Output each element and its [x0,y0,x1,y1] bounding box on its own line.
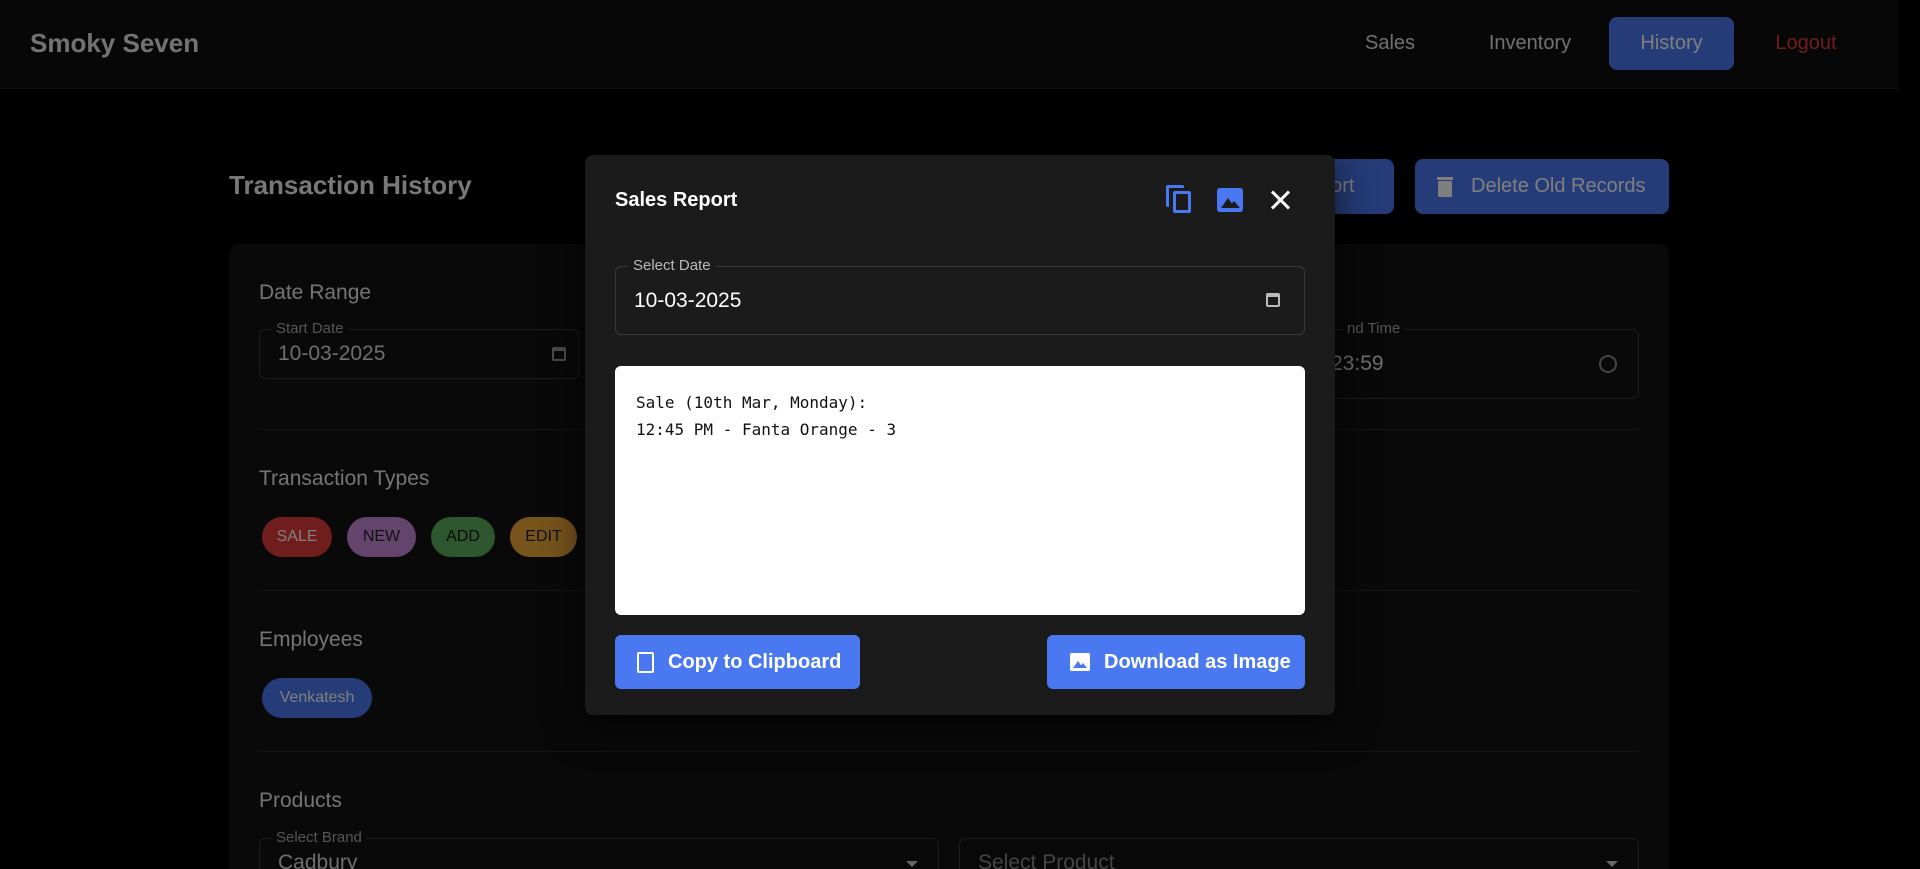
copy-icon-front [1173,191,1191,213]
copy-button-label: Copy to Clipboard [668,650,842,673]
report-preview: Sale (10th Mar, Monday): 12:45 PM - Fanta… [615,366,1305,615]
calendar-icon[interactable] [1266,293,1280,307]
image-icon[interactable] [1217,188,1243,212]
dialog-title: Sales Report [615,189,738,211]
select-date-field[interactable]: Select Date 10-03-2025 [615,257,1305,335]
close-icon[interactable] [1268,188,1292,212]
select-date-value: 10-03-2025 [634,289,742,312]
select-date-label: Select Date [628,257,716,274]
sales-report-dialog: Sales Report Select Date 10-03-2025 Sale… [585,155,1335,715]
copy-icon [637,651,654,673]
report-line: Sale (10th Mar, Monday): [636,393,868,412]
copy-to-clipboard-button[interactable]: Copy to Clipboard [615,635,860,689]
copy-icon[interactable] [1166,185,1194,215]
download-button-label: Download as Image [1104,650,1291,673]
download-as-image-button[interactable]: Download as Image [1047,635,1305,689]
image-icon-shape [1217,188,1243,212]
image-icon [1070,653,1090,671]
report-line: 12:45 PM - Fanta Orange - 3 [636,420,897,439]
